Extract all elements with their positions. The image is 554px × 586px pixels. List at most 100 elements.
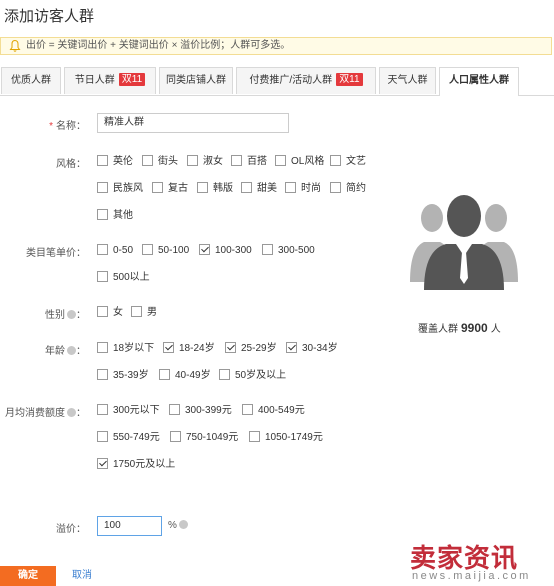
watermark: 卖家资讯 news.maijia.com — [410, 538, 554, 584]
checkbox[interactable] — [97, 369, 108, 380]
option-label: 时尚 — [301, 183, 321, 194]
checkbox[interactable] — [170, 431, 181, 442]
checkbox[interactable] — [231, 155, 242, 166]
checkbox[interactable] — [97, 404, 108, 415]
tab-badge: 双11 — [336, 73, 363, 86]
spend-option[interactable]: 400-549元 — [242, 404, 305, 418]
style-option[interactable]: 甜美 — [241, 182, 277, 196]
style-option[interactable]: 英伦 — [97, 155, 133, 169]
checkbox[interactable] — [163, 342, 174, 353]
tab-similar-shops[interactable]: 同类店铺人群 — [159, 67, 233, 94]
checkbox[interactable] — [142, 155, 153, 166]
checkbox[interactable] — [219, 369, 230, 380]
help-icon[interactable] — [67, 408, 76, 417]
tab-quality[interactable]: 优质人群 — [1, 67, 61, 94]
checkbox[interactable] — [199, 244, 210, 255]
checkbox[interactable] — [187, 155, 198, 166]
age-option[interactable]: 25-29岁 — [225, 342, 277, 356]
option-label: 30-34岁 — [302, 343, 338, 354]
gender-option[interactable]: 女 — [97, 306, 123, 320]
checkbox[interactable] — [249, 431, 260, 442]
checkbox[interactable] — [97, 155, 108, 166]
tab-label: 优质人群 — [11, 75, 51, 86]
age-option[interactable]: 18岁以下 — [97, 342, 154, 356]
checkbox[interactable] — [330, 182, 341, 193]
checkbox[interactable] — [97, 209, 108, 220]
checkbox[interactable] — [275, 155, 286, 166]
checkbox[interactable] — [97, 458, 108, 469]
age-option[interactable]: 18-24岁 — [163, 342, 215, 356]
style-option[interactable]: 时尚 — [285, 182, 321, 196]
checkbox[interactable] — [159, 369, 170, 380]
checkbox[interactable] — [197, 182, 208, 193]
checkbox[interactable] — [152, 182, 163, 193]
checkbox[interactable] — [286, 342, 297, 353]
page-title: 添加访客人群 — [4, 8, 95, 25]
checkbox[interactable] — [97, 244, 108, 255]
tab-demographics[interactable]: 人口属性人群 — [439, 67, 519, 96]
option-label: 400-549元 — [258, 405, 305, 416]
option-label: 35-39岁 — [113, 370, 149, 381]
tab-weather[interactable]: 天气人群 — [379, 67, 436, 94]
checkbox[interactable] — [97, 271, 108, 282]
age-option[interactable]: 50岁及以上 — [219, 369, 286, 383]
checkbox[interactable] — [131, 306, 142, 317]
tab-holiday[interactable]: 节日人群 双11 — [64, 67, 156, 94]
age-option[interactable]: 35-39岁 — [97, 369, 149, 383]
option-label: 50-100 — [158, 245, 190, 256]
spend-option[interactable]: 1050-1749元 — [249, 431, 323, 445]
price-option[interactable]: 300-500 — [262, 244, 315, 258]
checkbox[interactable] — [97, 306, 108, 317]
checkbox[interactable] — [97, 342, 108, 353]
price-option[interactable]: 0-50 — [97, 244, 133, 258]
style-option[interactable]: 韩版 — [197, 182, 233, 196]
option-label: 50岁及以上 — [235, 370, 287, 381]
spend-option[interactable]: 300元以下 — [97, 404, 160, 418]
spend-option[interactable]: 1750元及以上 — [97, 458, 175, 472]
age-option[interactable]: 30-34岁 — [286, 342, 338, 356]
price-option[interactable]: 500以上 — [97, 271, 150, 285]
checkbox[interactable] — [97, 182, 108, 193]
checkbox[interactable] — [225, 342, 236, 353]
unit-text: % — [168, 520, 177, 531]
style-option[interactable]: 复古 — [152, 182, 188, 196]
option-label: 淑女 — [203, 156, 223, 167]
style-option[interactable]: 民族风 — [97, 182, 143, 196]
option-label: 1750元及以上 — [113, 459, 176, 470]
name-input[interactable]: 精准人群 — [97, 113, 289, 133]
checkbox[interactable] — [330, 155, 341, 166]
style-option[interactable]: 百搭 — [231, 155, 267, 169]
gender-option[interactable]: 男 — [131, 306, 157, 320]
checkbox[interactable] — [242, 404, 253, 415]
help-icon[interactable] — [178, 520, 188, 529]
checkbox[interactable] — [97, 431, 108, 442]
checkbox[interactable] — [169, 404, 180, 415]
tab-bar: 优质人群 节日人群 双11 同类店铺人群 付费推广/活动人群 双11 天气人群 人口… — [0, 67, 554, 96]
spend-option[interactable]: 550-749元 — [97, 431, 160, 445]
option-label: 甜美 — [257, 183, 277, 194]
help-icon[interactable] — [67, 310, 76, 319]
checkbox[interactable] — [285, 182, 296, 193]
style-option[interactable]: 淑女 — [187, 155, 223, 169]
style-option[interactable]: 街头 — [142, 155, 178, 169]
price-option[interactable]: 100-300 — [199, 244, 252, 258]
option-label: 300-399元 — [185, 405, 232, 416]
age-option[interactable]: 40-49岁 — [159, 369, 211, 383]
style-option[interactable]: 其他 — [97, 209, 133, 223]
required-mark: * — [49, 121, 53, 132]
checkbox[interactable] — [142, 244, 153, 255]
premium-input[interactable]: 100 — [97, 516, 162, 536]
tab-paid-promotion[interactable]: 付费推广/活动人群 双11 — [236, 67, 376, 94]
price-option[interactable]: 50-100 — [142, 244, 189, 258]
confirm-button[interactable]: 确定 — [0, 566, 56, 586]
help-icon[interactable] — [67, 346, 76, 355]
spend-option[interactable]: 300-399元 — [169, 404, 232, 418]
checkbox[interactable] — [241, 182, 252, 193]
style-option[interactable]: 文艺 — [330, 155, 366, 169]
spend-option[interactable]: 750-1049元 — [170, 431, 238, 445]
style-option[interactable]: 简约 — [330, 182, 366, 196]
cancel-link[interactable]: 取消 — [72, 566, 92, 586]
style-option[interactable]: OL风格 — [275, 155, 324, 169]
tab-badge: 双11 — [118, 73, 146, 86]
checkbox[interactable] — [262, 244, 273, 255]
